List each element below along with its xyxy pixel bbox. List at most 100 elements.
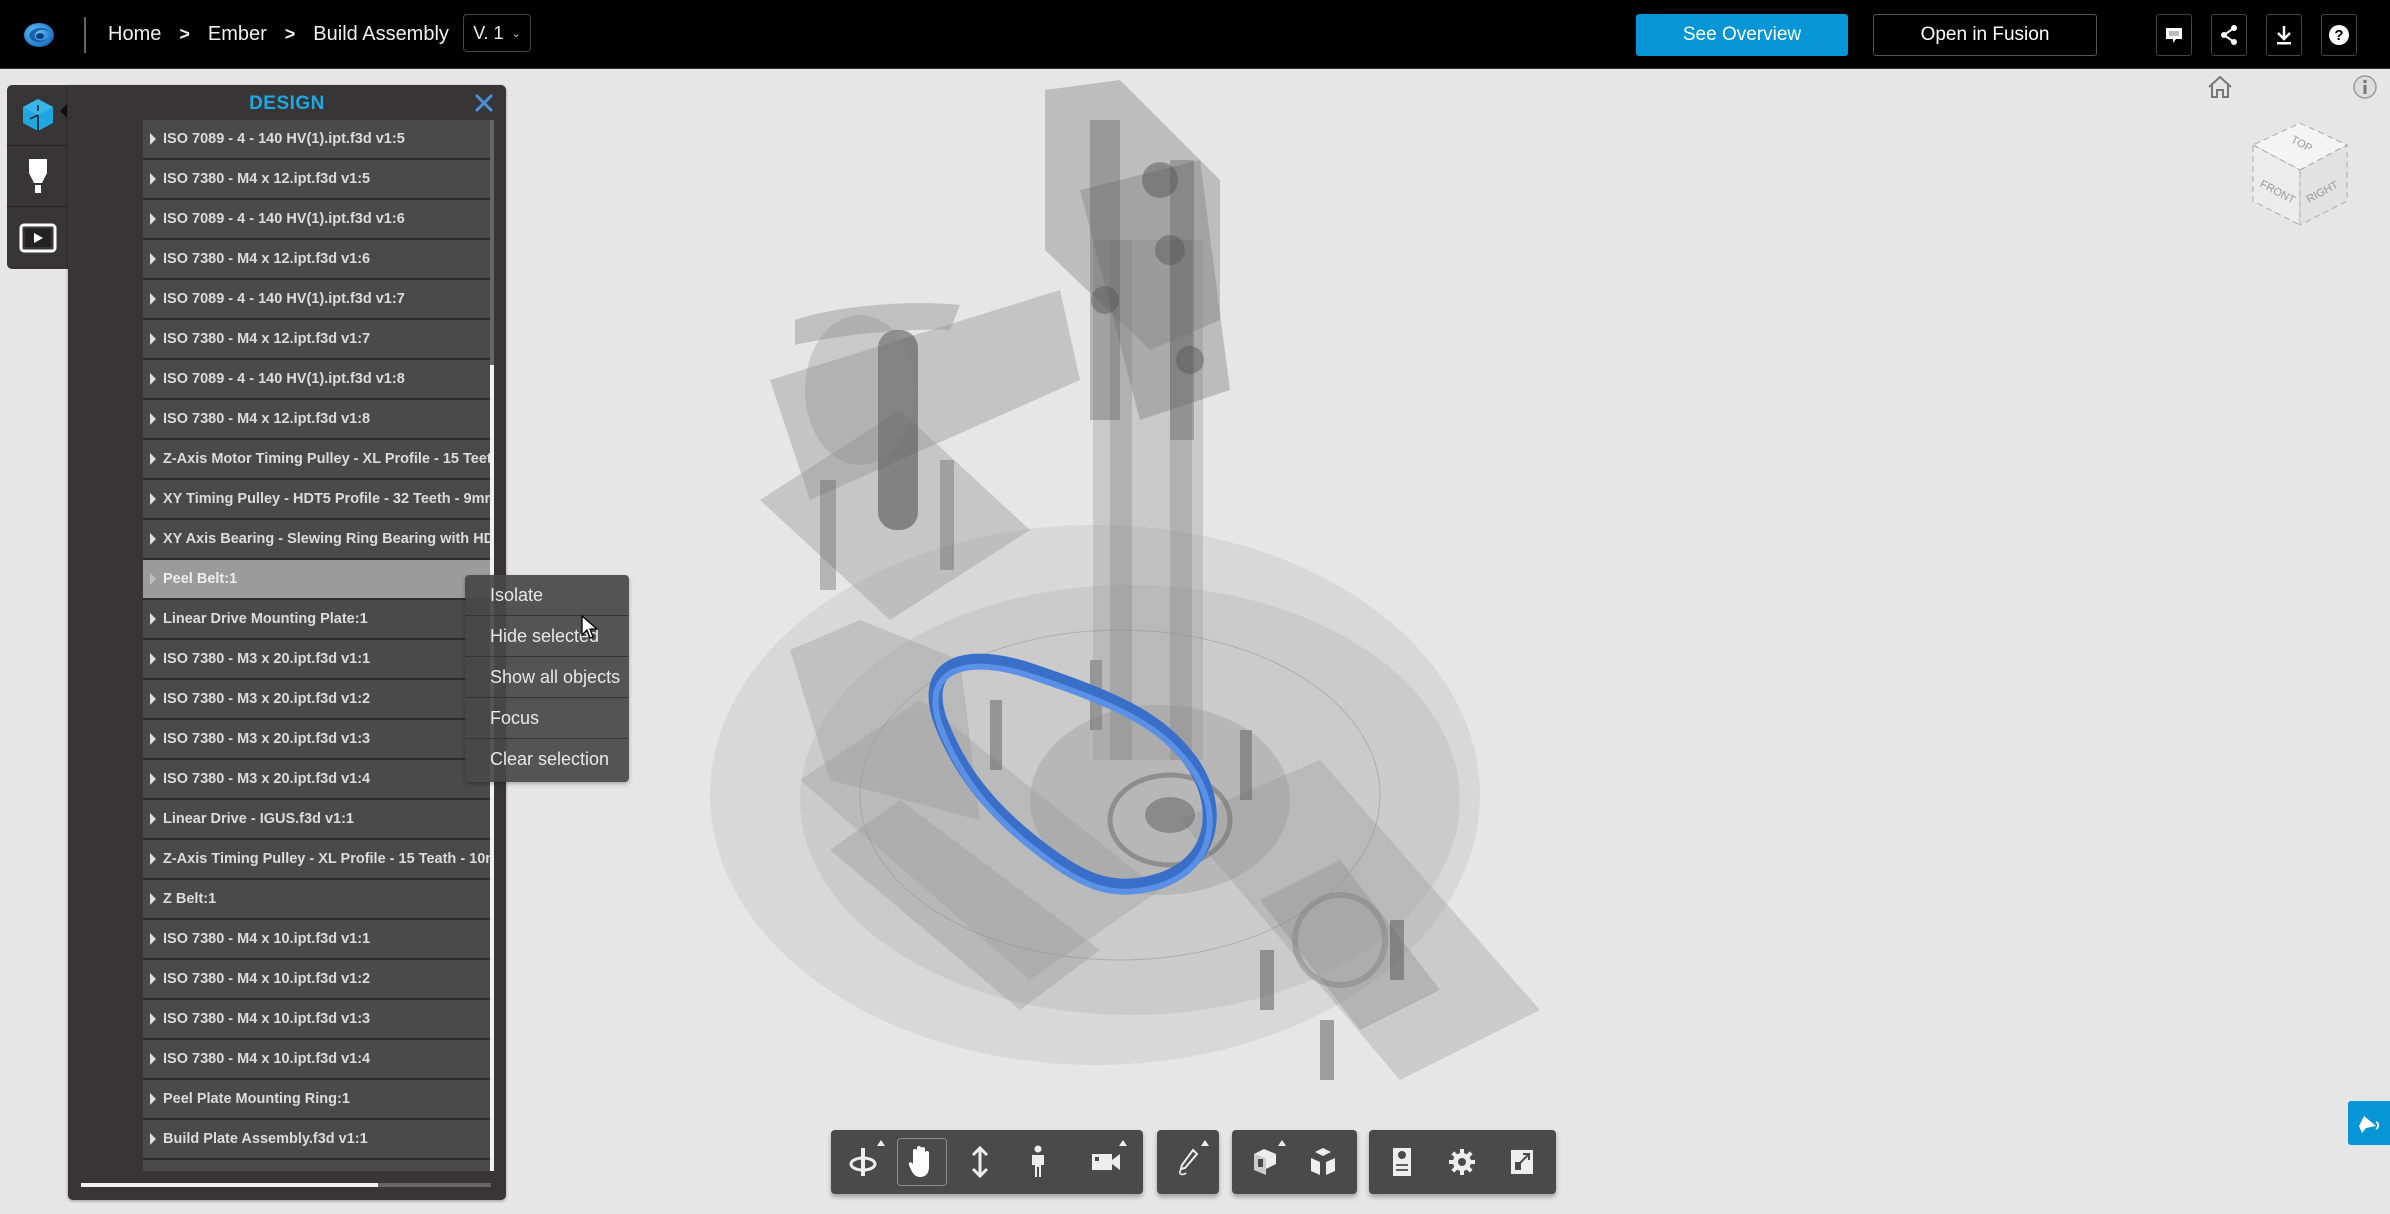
expand-triangle-icon[interactable] xyxy=(150,533,156,545)
comment-button[interactable] xyxy=(2156,14,2192,56)
share-button[interactable] xyxy=(2211,14,2247,56)
fullscreen-button[interactable] xyxy=(1497,1138,1547,1186)
tree-item[interactable]: ISO 7380 - M3 x 20.ipt.f3d v1:4 xyxy=(143,760,490,800)
settings-button[interactable] xyxy=(1437,1138,1487,1186)
model-viewport[interactable] xyxy=(700,60,1600,1120)
model-tree[interactable]: ISO 7089 - 4 - 140 HV(1).ipt.f3d v1:5 ISO… xyxy=(143,120,490,1171)
tree-item[interactable]: ISO 7089 - 4 - 140 HV(1).ipt.f3d v1:8 xyxy=(143,360,490,400)
expand-triangle-icon[interactable] xyxy=(150,613,156,625)
tree-item[interactable]: ISO 7380 - M4 x 10.ipt.f3d v1:3 xyxy=(143,1000,490,1040)
chevron-down-icon: ⌄ xyxy=(511,27,521,40)
tree-item[interactable]: Linear Drive - IGUS.f3d v1:1 xyxy=(143,800,490,840)
app-logo-icon[interactable] xyxy=(22,18,56,50)
expand-triangle-icon[interactable] xyxy=(150,973,156,985)
version-label: V. 1 xyxy=(473,22,504,43)
expand-triangle-icon[interactable] xyxy=(150,1133,156,1145)
tree-item-label: XY Timing Pulley - HDT5 Profile - 32 Tee… xyxy=(163,491,490,507)
tree-item[interactable]: ISO 7380 - M4 x 10.ipt.f3d v1:2 xyxy=(143,960,490,1000)
tree-item[interactable]: Linear Drive Mounting Plate:1 xyxy=(143,600,490,640)
expand-triangle-icon[interactable] xyxy=(150,133,156,145)
expand-triangle-icon[interactable] xyxy=(150,853,156,865)
first-person-button[interactable] xyxy=(1013,1138,1063,1186)
horizontal-scrollbar-track[interactable] xyxy=(378,1183,491,1187)
view-cube[interactable]: TOP FRONT RIGHT xyxy=(2245,115,2355,230)
tree-item[interactable]: Peel Belt:1 xyxy=(143,560,490,600)
expand-triangle-icon[interactable] xyxy=(150,933,156,945)
tree-item[interactable]: Build Plate Assembly.f3d v1:1 xyxy=(143,1120,490,1160)
tree-item[interactable]: ISO 7380 - M3 x 20.ipt.f3d v1:3 xyxy=(143,720,490,760)
help-button[interactable]: ? xyxy=(2321,14,2357,56)
menu-item-clear-selection[interactable]: Clear selection xyxy=(465,739,629,780)
tree-item[interactable]: ISO 7380 - M4 x 12.ipt.f3d v1:6 xyxy=(143,240,490,280)
tree-item[interactable]: ISO 7380 - M4 x 12.ipt.f3d v1:7 xyxy=(143,320,490,360)
tree-item[interactable]: ISO 7089 - 4 - 140 HV(1).ipt.f3d v1:5 xyxy=(143,120,490,160)
tree-item[interactable]: ISO 7089 - 4 - 140 HV(1).ipt.f3d v1:6 xyxy=(143,200,490,240)
download-button[interactable] xyxy=(2266,14,2302,56)
menu-item-show-all-objects[interactable]: Show all objects xyxy=(465,657,629,698)
horizontal-scrollbar-thumb[interactable] xyxy=(81,1183,378,1187)
menu-item-focus[interactable]: Focus xyxy=(465,698,629,739)
tree-item[interactable]: ISO 7380 - M3 x 20.ipt.f3d v1:1 xyxy=(143,640,490,680)
expand-triangle-icon[interactable] xyxy=(150,493,156,505)
fullscreen-icon xyxy=(1511,1150,1533,1174)
info-icon[interactable] xyxy=(2352,74,2378,100)
tree-item[interactable]: Peel Plate Mounting Ring:1 xyxy=(143,1080,490,1120)
pen-icon xyxy=(1178,1148,1199,1176)
expand-triangle-icon[interactable] xyxy=(150,453,156,465)
explode-button[interactable] xyxy=(1298,1138,1348,1186)
tree-item[interactable]: Z Belt:1 xyxy=(143,880,490,920)
expand-triangle-icon[interactable] xyxy=(150,373,156,385)
section-button[interactable] xyxy=(1240,1138,1290,1186)
expand-triangle-icon[interactable] xyxy=(150,213,156,225)
tree-item-label: ISO 7089 - 4 - 140 HV(1).ipt.f3d v1:5 xyxy=(163,131,405,147)
expand-triangle-icon[interactable] xyxy=(150,773,156,785)
close-icon[interactable] xyxy=(472,91,496,115)
expand-triangle-icon[interactable] xyxy=(150,733,156,745)
expand-triangle-icon[interactable] xyxy=(150,1053,156,1065)
tree-item[interactable]: ISO 7380 - M4 x 12.ipt.f3d v1:8 xyxy=(143,400,490,440)
tab-animations[interactable] xyxy=(7,207,69,268)
tree-item-label: ISO 7089 - 4 - 140 HV(1).ipt.f3d v1:6 xyxy=(163,211,405,227)
tree-item[interactable]: ISO 7380 - M3 x 20.ipt.f3d v1:2 xyxy=(143,680,490,720)
flyout-indicator-icon xyxy=(1201,1140,1209,1146)
tree-item[interactable]: ISO 7380 - M4 x 10.ipt.f3d v1:1 xyxy=(143,920,490,960)
tree-item[interactable]: Z-Axis Timing Pulley - XL Profile - 15 T… xyxy=(143,840,490,880)
tree-item[interactable]: ISO 7380 - M6 x 20.ipt.f3d v1:1 xyxy=(143,1160,490,1171)
tree-item-label: Build Plate Assembly.f3d v1:1 xyxy=(163,1131,368,1147)
breadcrumb-ember[interactable]: Ember xyxy=(208,23,267,46)
zoom-button[interactable] xyxy=(955,1138,1005,1186)
tree-item[interactable]: XY Timing Pulley - HDT5 Profile - 32 Tee… xyxy=(143,480,490,520)
expand-triangle-icon[interactable] xyxy=(150,813,156,825)
expand-triangle-icon[interactable] xyxy=(150,893,156,905)
tree-item[interactable]: ISO 7089 - 4 - 140 HV(1).ipt.f3d v1:7 xyxy=(143,280,490,320)
expand-triangle-icon[interactable] xyxy=(150,253,156,265)
breadcrumb-home[interactable]: Home xyxy=(108,23,161,46)
expand-triangle-icon[interactable] xyxy=(150,1093,156,1105)
expand-triangle-icon[interactable] xyxy=(150,1013,156,1025)
menu-item-hide-selected[interactable]: Hide selected xyxy=(465,616,629,657)
tab-materials[interactable] xyxy=(7,146,69,207)
expand-triangle-icon[interactable] xyxy=(150,653,156,665)
tree-item[interactable]: XY Axis Bearing - Slewing Ring Bearing w… xyxy=(143,520,490,560)
menu-item-isolate[interactable]: Isolate xyxy=(465,575,629,616)
see-overview-button[interactable]: See Overview xyxy=(1636,14,1848,56)
expand-triangle-icon[interactable] xyxy=(150,413,156,425)
top-bar: Home > Ember > Build Assembly V. 1 ⌄ See… xyxy=(0,0,2390,69)
expand-triangle-icon[interactable] xyxy=(150,293,156,305)
tree-item[interactable]: ISO 7380 - M4 x 12.ipt.f3d v1:5 xyxy=(143,160,490,200)
expand-triangle-icon[interactable] xyxy=(150,173,156,185)
version-dropdown[interactable]: V. 1 ⌄ xyxy=(463,14,531,52)
expand-triangle-icon[interactable] xyxy=(150,693,156,705)
properties-button[interactable] xyxy=(1377,1138,1427,1186)
expand-triangle-icon[interactable] xyxy=(150,573,156,585)
tree-item[interactable]: Z-Axis Motor Timing Pulley - XL Profile … xyxy=(143,440,490,480)
expand-triangle-icon[interactable] xyxy=(150,333,156,345)
camera-button[interactable] xyxy=(1081,1138,1131,1186)
tree-item[interactable]: ISO 7380 - M4 x 10.ipt.f3d v1:4 xyxy=(143,1040,490,1080)
orbit-button[interactable] xyxy=(839,1138,889,1186)
feedback-button[interactable] xyxy=(2348,1101,2390,1145)
home-view-icon[interactable] xyxy=(2206,74,2234,100)
open-in-fusion-button[interactable]: Open in Fusion xyxy=(1873,14,2097,56)
pan-button[interactable] xyxy=(897,1138,947,1186)
markup-button[interactable] xyxy=(1163,1138,1213,1186)
